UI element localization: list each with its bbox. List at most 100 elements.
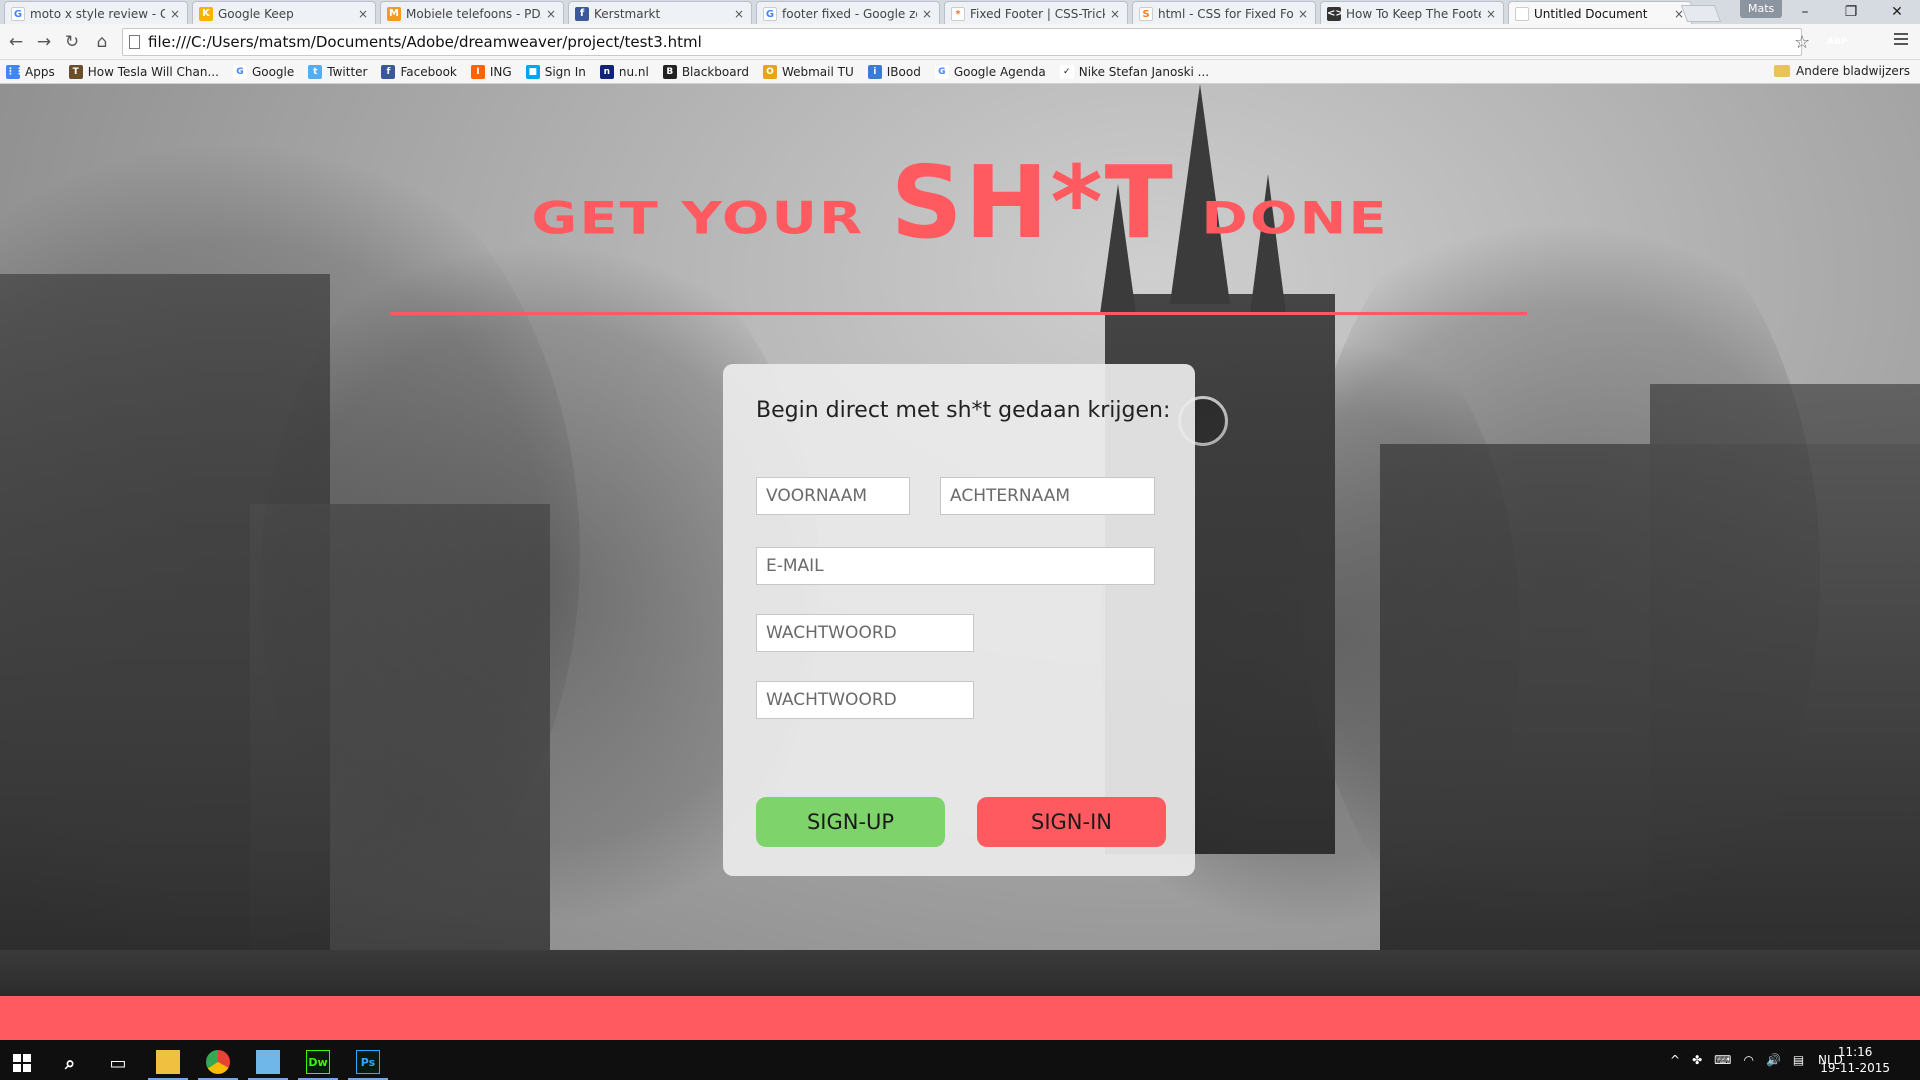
taskbar-app[interactable]	[198, 1046, 238, 1080]
browser-tab[interactable]: * Fixed Footer | CSS-Tricks ×	[944, 1, 1128, 25]
system-tray: ^ ✤ ⌨ ◠ 🔊 ▤	[1664, 1040, 1810, 1080]
email-input[interactable]	[756, 547, 1155, 585]
bookmark-label: Sign In	[544, 64, 586, 79]
browser-tab[interactable]: K Google Keep ×	[192, 1, 376, 25]
bookmark-label: nu.nl	[618, 64, 649, 79]
taskbar-app[interactable]: ▭	[98, 1046, 138, 1080]
nunl-icon: n	[599, 64, 614, 79]
close-window-button[interactable]: ✕	[1874, 0, 1920, 24]
start-button[interactable]	[2, 1046, 42, 1080]
folder-icon	[1774, 65, 1791, 77]
browser-tab[interactable]: Gmoto x style review - Go ×	[4, 1, 188, 25]
back-icon[interactable]: ←	[4, 30, 28, 54]
tab-close-icon[interactable]: ×	[733, 7, 745, 21]
page-viewport: Get your SH*T done Begin direct met sh*t…	[0, 84, 1920, 1040]
browser-tab[interactable]: Shtml - CSS for Fixed Foo ×	[1132, 1, 1316, 25]
password-input[interactable]	[756, 614, 974, 652]
browser-tab[interactable]: M Mobiele telefoons - PDA ×	[380, 1, 564, 25]
taskbar-clock[interactable]: 11:16 19-11-2015	[1820, 1044, 1890, 1076]
bookmark-label: Google Agenda	[953, 64, 1046, 79]
new-tab-button[interactable]	[1680, 5, 1722, 22]
password-confirm-input[interactable]	[756, 681, 974, 719]
tab-close-icon[interactable]: ×	[1485, 7, 1497, 21]
page-headline: Get your SH*T done	[0, 144, 1920, 261]
nike-icon: ✓	[1059, 64, 1074, 79]
bookmark-item[interactable]: B Blackboard	[662, 64, 749, 79]
bookmark-item[interactable]: G Google	[232, 64, 295, 79]
taskbar-app[interactable]	[148, 1046, 188, 1080]
wifi-icon[interactable]: ◠	[1743, 1053, 1753, 1067]
bookmark-label: Google	[251, 64, 295, 79]
bookmark-item[interactable]: ⋮⋮ Apps	[6, 64, 55, 79]
bookmark-star-icon[interactable]: ☆	[1794, 32, 1810, 53]
signup-button[interactable]: SIGN-UP	[756, 797, 945, 847]
headline-left: Get your	[531, 192, 865, 245]
bookmark-item[interactable]: n nu.nl	[599, 64, 649, 79]
signin-button[interactable]: SIGN-IN	[977, 797, 1166, 847]
chrome-menu-icon[interactable]	[1894, 33, 1908, 48]
reload-icon[interactable]: ↻	[60, 30, 84, 54]
firstname-input[interactable]	[756, 477, 910, 515]
extension-icon[interactable]	[1858, 32, 1878, 52]
tab-label: footer fixed - Google zo	[782, 6, 917, 21]
taskbar-app[interactable]: Dw	[298, 1046, 338, 1080]
tab-close-icon[interactable]: ×	[1109, 7, 1121, 21]
photoshop-icon: Ps	[356, 1050, 380, 1074]
home-icon[interactable]: ⌂	[90, 30, 114, 54]
taskbar-app[interactable]: ⌕	[50, 1046, 90, 1080]
tab-close-icon[interactable]: ×	[545, 7, 557, 21]
lastname-input[interactable]	[940, 477, 1155, 515]
notifications-icon[interactable]: ▤	[1793, 1053, 1804, 1067]
bookmark-item[interactable]: t Twitter	[308, 64, 367, 79]
taskbar-app[interactable]	[248, 1046, 288, 1080]
bookmark-item[interactable]: I ING	[470, 64, 512, 79]
forward-icon[interactable]: →	[32, 30, 56, 54]
tab-close-icon[interactable]: ×	[169, 7, 181, 21]
bookmark-item[interactable]: T How Tesla Will Chan...	[68, 64, 219, 79]
bookmark-item[interactable]: G Google Agenda	[934, 64, 1046, 79]
windows-logo-icon	[13, 1054, 31, 1072]
bookmark-item[interactable]: O Webmail TU	[762, 64, 854, 79]
google-icon: G	[934, 64, 949, 79]
other-bookmarks[interactable]: Andere bladwijzers	[1774, 64, 1910, 78]
show-hidden-icons[interactable]: ^	[1670, 1053, 1680, 1067]
bookmark-item[interactable]: f Facebook	[381, 64, 457, 79]
page-icon	[129, 35, 140, 49]
windows-taskbar: ^ ✤ ⌨ ◠ 🔊 ▤ NLD 11:16 19-11-2015 ⌕ ▭ Dw Ps	[0, 1040, 1920, 1080]
minimize-button[interactable]: –	[1782, 0, 1828, 24]
tab-favicon-icon: G	[763, 6, 777, 21]
signup-card: Begin direct met sh*t gedaan krijgen: SI…	[723, 364, 1195, 876]
twitter-icon: t	[308, 64, 323, 79]
bookmark-item[interactable]: ✓ Nike Stefan Janoski ...	[1059, 64, 1210, 79]
adblock-icon[interactable]: ABP	[1827, 32, 1847, 52]
bookmark-label: Blackboard	[681, 64, 749, 79]
tab-close-icon[interactable]: ×	[921, 7, 933, 21]
tab-favicon-icon: *	[951, 6, 965, 21]
bookmark-item[interactable]: i IBood	[867, 64, 921, 79]
headline-big: SH*T	[890, 144, 1175, 261]
browser-tab[interactable]: <> How To Keep The Footer ×	[1320, 1, 1504, 25]
headline-right: done	[1201, 192, 1389, 245]
facebook-icon: f	[381, 64, 396, 79]
bookmark-label: Nike Stefan Janoski ...	[1078, 64, 1210, 79]
browser-tab[interactable]: Gfooter fixed - Google zo ×	[756, 1, 940, 25]
tab-close-icon[interactable]: ×	[1297, 7, 1309, 21]
volume-icon[interactable]: 🔊	[1766, 1053, 1781, 1067]
bookmark-item[interactable]: ■ Sign In	[525, 64, 586, 79]
taskbar-app[interactable]: Ps	[348, 1046, 388, 1080]
dreamweaver-icon: Dw	[306, 1050, 330, 1074]
browser-tab[interactable]: Untitled Document ×	[1508, 1, 1692, 25]
address-bar[interactable]: file:///C:/Users/matsm/Documents/Adobe/d…	[122, 28, 1802, 56]
signup-title: Begin direct met sh*t gedaan krijgen:	[756, 398, 1171, 423]
bookmark-label: How Tesla Will Chan...	[87, 64, 219, 79]
keyboard-icon[interactable]: ⌨	[1714, 1053, 1731, 1067]
profile-button[interactable]: Mats	[1740, 0, 1783, 18]
other-bookmarks-label: Andere bladwijzers	[1796, 64, 1910, 78]
browser-tab[interactable]: f Kerstmarkt ×	[568, 1, 752, 25]
browser-toolbar: ← → ↻ ⌂ file:///C:/Users/matsm/Documents…	[0, 24, 1920, 60]
apps-icon: ⋮⋮	[6, 64, 24, 79]
dropbox-icon[interactable]: ✤	[1692, 1053, 1702, 1067]
ing-icon: I	[470, 64, 485, 79]
maximize-button[interactable]: ❐	[1828, 0, 1874, 24]
tab-close-icon[interactable]: ×	[357, 7, 369, 21]
